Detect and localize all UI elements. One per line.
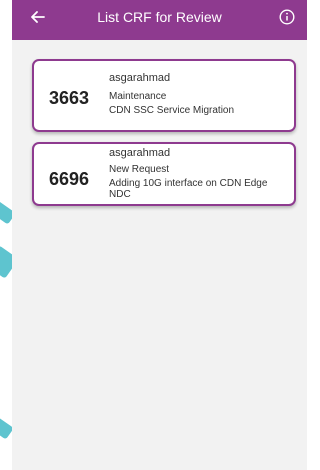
back-button[interactable] [26,7,50,27]
arrow-left-icon [31,11,45,23]
crf-card[interactable]: 3663 asgarahmad Maintenance CDN SSC Serv… [32,59,296,132]
crf-id: 6696 [49,169,90,189]
crf-user: asgarahmad [109,147,171,159]
crf-description: CDN SSC Service Migration [109,105,235,116]
page-title: List CRF for Review [97,9,222,25]
crf-card[interactable]: 6696 asgarahmad New Request Adding 10G i… [32,142,296,206]
crf-id: 3663 [49,88,90,108]
crf-type: New Request [109,164,170,175]
info-icon [279,9,295,25]
crf-list: 3663 asgarahmad Maintenance CDN SSC Serv… [32,59,296,216]
crf-type: Maintenance [109,91,167,102]
page: List CRF for Review 3663 asgarahmad Main… [0,0,307,470]
info-button[interactable] [277,7,297,27]
app-screen: List CRF for Review 3663 asgarahmad Main… [12,0,307,470]
app-bar: List CRF for Review [12,0,307,40]
crf-details: asgarahmad Maintenance CDN SSC Service M… [109,71,288,116]
crf-user: asgarahmad [109,72,171,84]
crf-description: Adding 10G interface on CDN Edge NDC [109,178,268,200]
crf-details: asgarahmad New Request Adding 10G interf… [109,146,288,200]
background-strip [0,0,19,470]
